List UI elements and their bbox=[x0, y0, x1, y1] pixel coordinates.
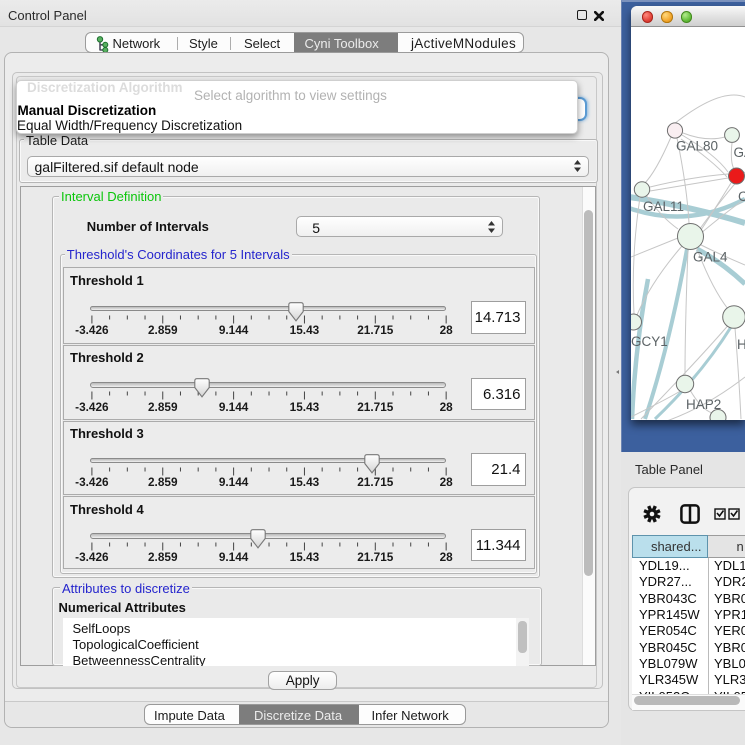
svg-text:GAL11: GAL11 bbox=[643, 199, 684, 214]
svg-text:GAL4: GAL4 bbox=[693, 250, 728, 265]
svg-text:GA: GA bbox=[734, 145, 745, 160]
svg-text:C: C bbox=[738, 189, 745, 204]
svg-text:GCY1: GCY1 bbox=[631, 334, 668, 349]
svg-text:H: H bbox=[737, 337, 745, 352]
svg-text:GAL80: GAL80 bbox=[676, 139, 718, 154]
svg-text:HAP2: HAP2 bbox=[686, 397, 721, 412]
